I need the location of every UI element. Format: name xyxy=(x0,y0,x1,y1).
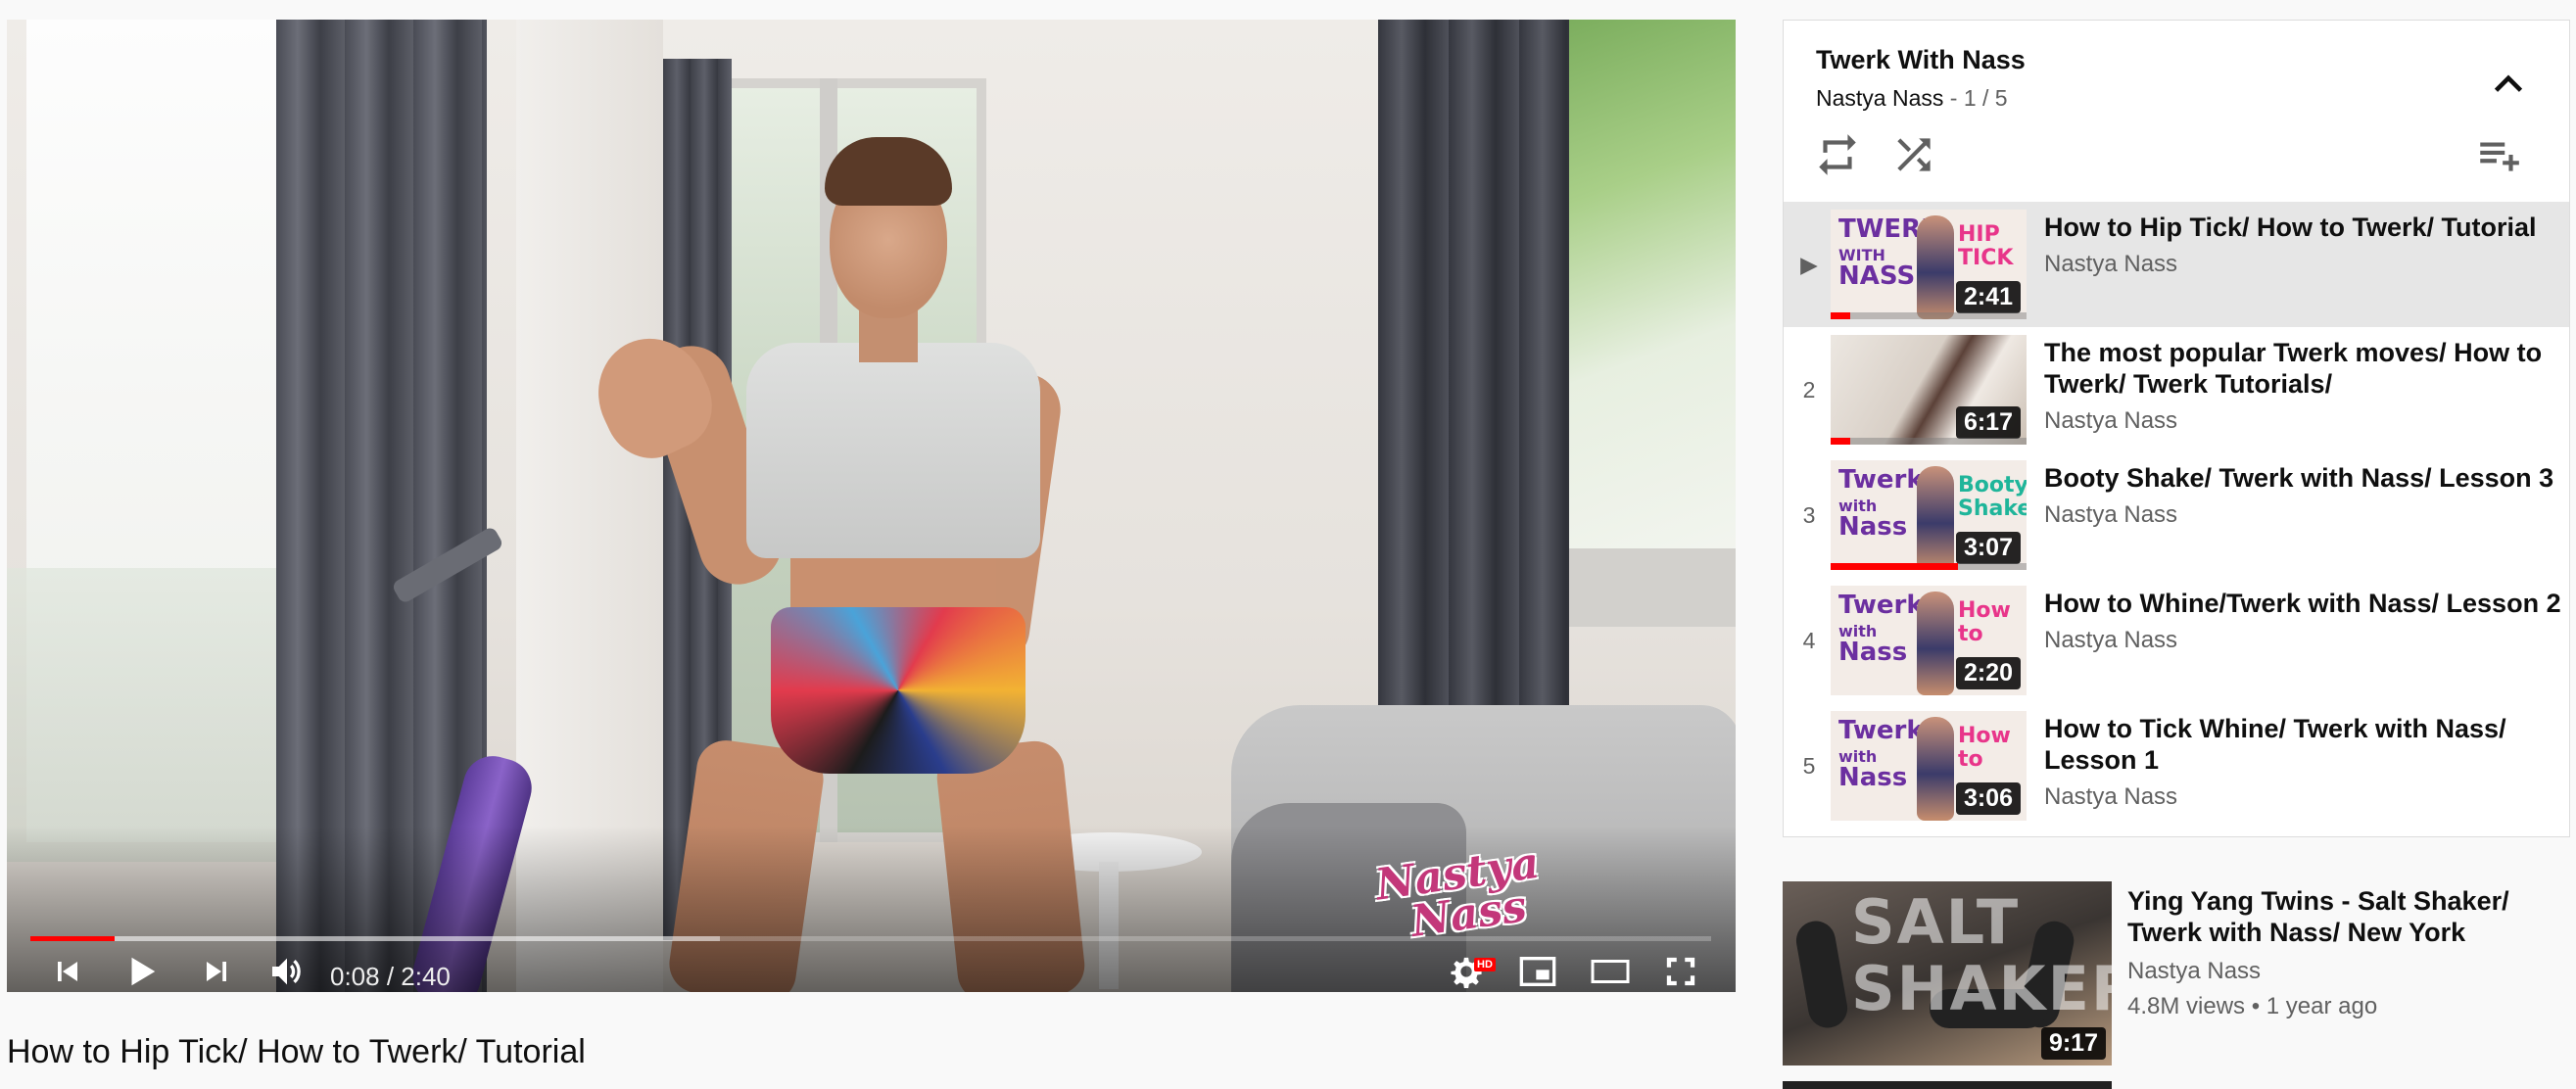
progress-played xyxy=(30,936,115,941)
playlist-separator: - xyxy=(1949,85,1958,111)
playlist-item-title[interactable]: How to Whine/Twerk with Nass/ Lesson 2 xyxy=(2044,588,2563,619)
playlist-item[interactable]: ▶ TWERK WITH NASS HIP TICK 2:41 How to Hip Tick… xyxy=(1784,202,2569,327)
watched-progress-bar xyxy=(1831,563,1958,570)
hd-badge: HD xyxy=(1474,958,1496,971)
playlist-item-duration: 3:06 xyxy=(1955,782,2021,815)
loop-playlist-button[interactable] xyxy=(1813,130,1862,179)
playlist-item-title[interactable]: Booty Shake/ Twerk with Nass/ Lesson 3 xyxy=(2044,462,2563,494)
collapse-playlist-button[interactable] xyxy=(2484,60,2533,109)
volume-icon xyxy=(267,952,307,993)
loop-icon xyxy=(1813,134,1862,183)
shuffle-icon xyxy=(1889,138,1938,183)
playlist-item-channel: Nastya Nass xyxy=(2044,783,2178,810)
playlist-item-channel: Nastya Nass xyxy=(2044,501,2178,528)
theater-icon xyxy=(1590,957,1631,991)
playlist-item-title[interactable]: The most popular Twerk moves/ How to Twe… xyxy=(2044,337,2563,400)
playlist-item-title[interactable]: How to Tick Whine/ Twerk with Nass/ Less… xyxy=(2044,713,2563,776)
video-title: How to Hip Tick/ How to Twerk/ Tutorial xyxy=(7,1033,586,1070)
playlist-item-channel: Nastya Nass xyxy=(2044,251,2178,277)
thumbnail-text-left: Twerk with Nass xyxy=(1838,716,1924,792)
save-playlist-button[interactable] xyxy=(2474,130,2533,179)
playlist-item-details: The most popular Twerk moves/ How to Twe… xyxy=(2044,337,2563,435)
thumbnail-text-right: Booty Shake xyxy=(1958,473,2027,521)
miniplayer-icon xyxy=(1518,955,1557,993)
playlist-panel: Twerk With Nass Nastya Nass - 1 / 5 ▶ TW… xyxy=(1783,20,2570,837)
progress-loaded xyxy=(30,936,720,941)
miniplayer-button[interactable] xyxy=(1515,952,1560,992)
next-recommended-thumbnail[interactable] xyxy=(1783,1081,2112,1089)
shuffle-playlist-button[interactable] xyxy=(1889,130,1938,179)
volume-button[interactable] xyxy=(263,950,310,992)
playlist-item-details: How to Whine/Twerk with Nass/ Lesson 2 Na… xyxy=(2044,588,2563,654)
progress-bar[interactable] xyxy=(30,936,1711,941)
channel-watermark: Nastya Nass xyxy=(1372,834,1594,952)
playlist-item-duration: 2:20 xyxy=(1955,657,2021,689)
playlist-item[interactable]: 3 Twerk with Nass Booty Shake 3:07 Booty Shake/… xyxy=(1784,452,2569,578)
playlist-item[interactable]: 5 Twerk with Nass How to 3:06 How to Tick Whine… xyxy=(1784,703,2569,829)
now-playing-indicator: ▶ xyxy=(1800,251,1818,277)
playlist-item-duration: 2:41 xyxy=(1955,281,2021,313)
thumbnail-text-right: HIP TICK xyxy=(1958,222,2014,270)
playlist-item-index: 4 xyxy=(1802,627,1816,653)
playlist-item-index: 5 xyxy=(1802,752,1816,779)
video-player[interactable]: Nastya Nass 0:08 / 2:40 HD xyxy=(7,20,1736,992)
play-button[interactable] xyxy=(117,950,166,992)
playlist-item[interactable]: 4 Twerk with Nass How to 2:20 How to Whine/Twer… xyxy=(1784,578,2569,703)
playlist-item[interactable]: 2 6:17 The most popular Twerk moves/ How t… xyxy=(1784,327,2569,452)
playlist-item-index: 2 xyxy=(1802,376,1816,402)
previous-icon xyxy=(53,957,82,991)
watermark-logo: Nastya Nass xyxy=(1372,837,1543,952)
recommended-channel[interactable]: Nastya Nass xyxy=(2127,958,2558,985)
playlist-item-title[interactable]: How to Hip Tick/ How to Twerk/ Tutorial xyxy=(2044,212,2563,243)
playlist-item-channel: Nastya Nass xyxy=(2044,627,2178,653)
playlist-item-details: Booty Shake/ Twerk with Nass/ Lesson 3 Na… xyxy=(2044,462,2563,529)
recommended-details: Ying Yang Twins - Salt Shaker/ Twerk wit… xyxy=(2127,885,2558,1020)
watched-progress-bar xyxy=(1831,438,1850,445)
watched-progress-track xyxy=(1831,312,2027,319)
playlist-item-thumbnail[interactable]: Twerk with Nass Booty Shake 3:07 xyxy=(1831,460,2027,570)
youtube-watch-page: Nastya Nass 0:08 / 2:40 HD How to Hip Ti… xyxy=(0,0,2576,1089)
playlist-position: 1 / 5 xyxy=(1963,85,2008,111)
playlist-item-duration: 6:17 xyxy=(1955,406,2021,439)
fullscreen-button[interactable] xyxy=(1658,952,1703,992)
playlist-item-thumbnail[interactable]: Twerk with Nass How to 3:06 xyxy=(1831,711,2027,821)
play-icon xyxy=(122,953,160,993)
recommended-video[interactable]: SALT SHAKER 9:17 Ying Yang Twins - Salt S… xyxy=(1783,879,2570,1065)
playlist-item-details: How to Hip Tick/ How to Twerk/ Tutorial N… xyxy=(2044,212,2563,278)
playlist-item-thumbnail[interactable]: 6:17 xyxy=(1831,335,2027,445)
playlist-subtitle: Nastya Nass - 1 / 5 xyxy=(1816,85,2008,112)
thumbnail-text-right: How to xyxy=(1958,598,2011,646)
thumbnail-text-left: Twerk with Nass xyxy=(1838,465,1924,542)
recommended-thumbnail[interactable]: SALT SHAKER 9:17 xyxy=(1783,881,2112,1065)
playlist-title[interactable]: Twerk With Nass xyxy=(1816,45,2026,75)
playlist-item-index: 3 xyxy=(1802,501,1816,528)
playlist-item-duration: 3:07 xyxy=(1955,532,2021,564)
playlist-items: ▶ TWERK WITH NASS HIP TICK 2:41 How to Hip Tick… xyxy=(1784,202,2569,829)
recommended-meta: 4.8M views • 1 year ago xyxy=(2127,993,2378,1019)
recommended-duration: 9:17 xyxy=(2040,1027,2106,1060)
watched-progress-track xyxy=(1831,438,2027,445)
next-button[interactable] xyxy=(195,952,238,992)
fullscreen-icon xyxy=(1664,955,1697,993)
chevron-up-icon xyxy=(2484,74,2533,113)
recommended-title[interactable]: Ying Yang Twins - Salt Shaker/ Twerk wit… xyxy=(2127,885,2558,948)
previous-button[interactable] xyxy=(46,952,89,992)
playlist-item-thumbnail[interactable]: Twerk with Nass How to 2:20 xyxy=(1831,586,2027,695)
watched-progress-bar xyxy=(1831,312,1850,319)
playlist-item-thumbnail[interactable]: TWERK WITH NASS HIP TICK 2:41 xyxy=(1831,210,2027,319)
next-icon xyxy=(202,957,231,991)
playlist-channel[interactable]: Nastya Nass xyxy=(1816,85,1943,111)
playlist-item-channel: Nastya Nass xyxy=(2044,407,2178,434)
theater-mode-button[interactable] xyxy=(1586,952,1635,992)
thumbnail-text-left: Twerk with Nass xyxy=(1838,591,1924,667)
playlist-header: Twerk With Nass Nastya Nass - 1 / 5 xyxy=(1784,21,2569,202)
time-display: 0:08 / 2:40 xyxy=(330,962,451,991)
playlist-item-details: How to Tick Whine/ Twerk with Nass/ Less… xyxy=(2044,713,2563,811)
thumbnail-text-right: How to xyxy=(1958,724,2011,772)
thumbnail-text: SALT SHAKER xyxy=(1851,886,2112,1024)
playlist-add-icon xyxy=(2474,142,2523,183)
